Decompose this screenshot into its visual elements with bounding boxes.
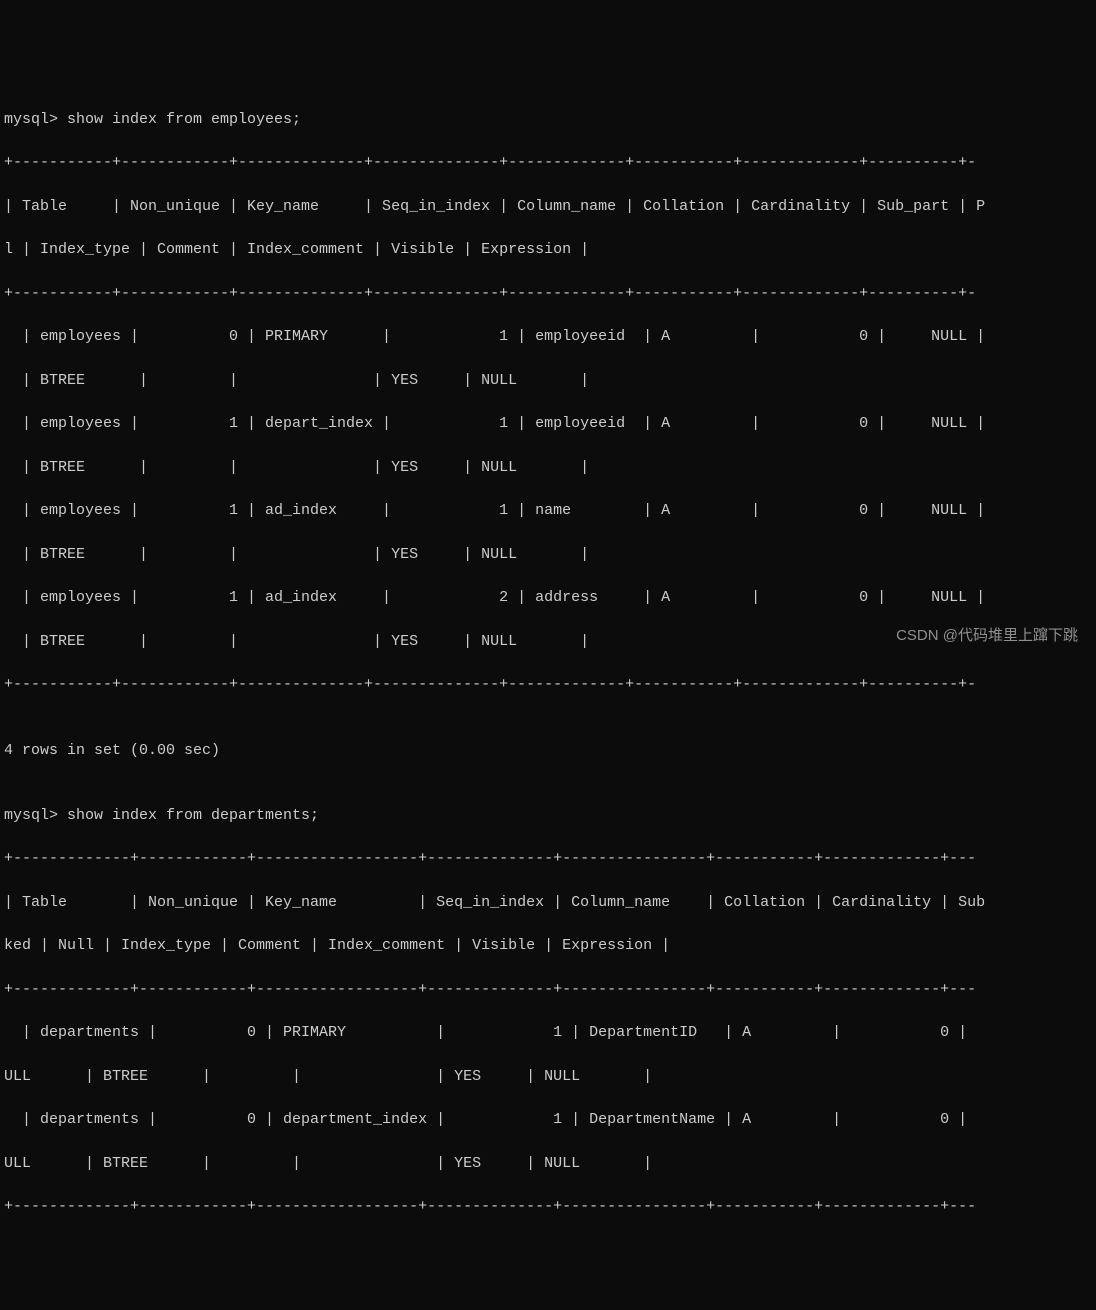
table-row-wrap: ULL | BTREE | | | YES | NULL | [4, 1066, 1092, 1088]
table-row: | employees | 1 | ad_index | 2 | address… [4, 587, 1092, 609]
table-row: | employees | 1 | depart_index | 1 | emp… [4, 413, 1092, 435]
prompt-line: mysql> show index from employees; [4, 109, 1092, 131]
prompt-line: mysql> show index from departments; [4, 805, 1092, 827]
table-row: | departments | 0 | department_index | 1… [4, 1109, 1092, 1131]
watermark: CSDN @代码堆里上蹿下跳 [896, 625, 1078, 647]
table-header: | Table | Non_unique | Key_name | Seq_in… [4, 892, 1092, 914]
table-border: +-------------+------------+------------… [4, 979, 1092, 1001]
table-row: | departments | 0 | PRIMARY | 1 | Depart… [4, 1022, 1092, 1044]
table-border: +-----------+------------+--------------… [4, 152, 1092, 174]
table-row-wrap: ULL | BTREE | | | YES | NULL | [4, 1153, 1092, 1175]
table-header-wrap: l | Index_type | Comment | Index_comment… [4, 239, 1092, 261]
table-row-wrap: | BTREE | | | YES | NULL | [4, 544, 1092, 566]
table-row: | employees | 1 | ad_index | 1 | name | … [4, 500, 1092, 522]
table-border: +-------------+------------+------------… [4, 1196, 1092, 1218]
table-row-wrap: | BTREE | | | YES | NULL | [4, 370, 1092, 392]
table-header-wrap: ked | Null | Index_type | Comment | Inde… [4, 935, 1092, 957]
terminal-output[interactable]: mysql> show index from employees; +-----… [0, 87, 1096, 1240]
table-row: | employees | 0 | PRIMARY | 1 | employee… [4, 326, 1092, 348]
table-border: +-----------+------------+--------------… [4, 674, 1092, 696]
table-row-wrap: | BTREE | | | YES | NULL | [4, 457, 1092, 479]
rows-summary: 4 rows in set (0.00 sec) [4, 740, 1092, 762]
table-border: +-------------+------------+------------… [4, 848, 1092, 870]
table-border: +-----------+------------+--------------… [4, 283, 1092, 305]
table-header: | Table | Non_unique | Key_name | Seq_in… [4, 196, 1092, 218]
